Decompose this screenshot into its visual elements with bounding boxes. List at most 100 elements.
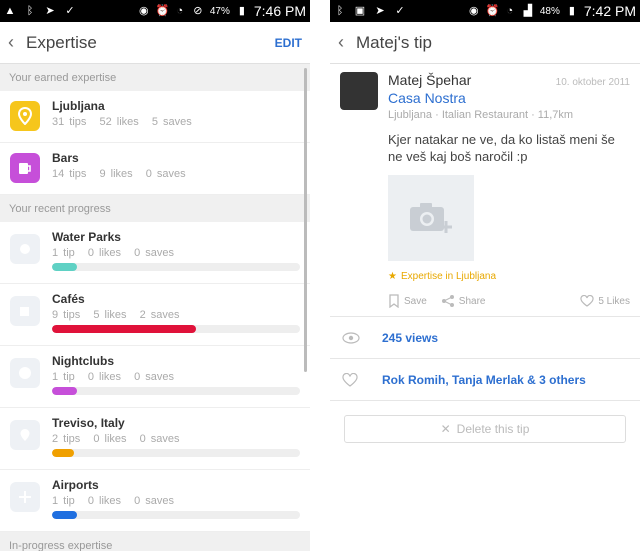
tips-count: 31 tips: [52, 116, 87, 128]
progress-bar: [52, 511, 300, 519]
tip-detail-screen: ᛒ ▣ ➤ ✓ ◉ ⏰ ◔ ▟ 48% ▮ 7:42 PM ‹ Matej's …: [330, 0, 640, 551]
likes-count: 0 likes: [87, 495, 122, 507]
views-count: 245 views: [382, 330, 439, 345]
battery-percent: 47%: [209, 5, 230, 17]
send-icon: ➤: [45, 5, 55, 17]
tip-text: Kjer natakar ne ve, da ko listaš meni še…: [388, 132, 615, 164]
progress-stats: 1 tip 0 likes 0 saves: [52, 495, 300, 507]
page-title: Expertise: [26, 32, 97, 52]
venue-meta: Ljubljana · Italian Restaurant · 11,7km: [388, 109, 574, 121]
battery-icon: ▮: [238, 5, 245, 17]
expertise-name: Ljubljana: [52, 99, 105, 113]
progress-stats: 1 tip 0 likes 0 saves: [52, 371, 300, 383]
likes-label: 5 Likes: [598, 295, 630, 307]
share-icon: [441, 295, 454, 307]
star-icon: ★: [388, 271, 397, 282]
share-label: Share: [458, 295, 486, 307]
saves-count: 0 saves: [134, 247, 175, 259]
likes-count: 5 likes: [93, 309, 127, 321]
like-button[interactable]: 5 Likes: [580, 295, 630, 307]
progress-bar-fill: [52, 449, 75, 457]
liked-by-row[interactable]: Rok Romih, Tanja Merlak & 3 others: [330, 358, 640, 400]
delete-label: Delete this tip: [456, 422, 530, 436]
avatar[interactable]: [340, 72, 378, 110]
clipboard-check-icon: ✓: [65, 5, 75, 17]
tips-count: 1 tip: [52, 247, 75, 259]
bluetooth-icon: ᛒ: [336, 5, 344, 17]
clipboard-check-icon: ✓: [395, 5, 405, 17]
expertise-item-bars[interactable]: Bars 14 tips 9 likes 0 saves: [0, 143, 310, 195]
tips-count: 1 tip: [52, 495, 75, 507]
tip-actions: Save Share 5 Likes: [388, 294, 630, 316]
progress-item-nightclubs[interactable]: Nightclubs 1 tip 0 likes 0 saves: [0, 346, 310, 408]
tip-date: 10. oktober 2011: [555, 77, 630, 88]
signal-icon: ▟: [523, 5, 533, 17]
progress-bar-fill: [52, 387, 77, 395]
expertise-stats: 31 tips 52 likes 5 saves: [52, 116, 300, 128]
eye-icon: ◉: [139, 5, 149, 17]
author-name[interactable]: Matej Špehar: [388, 72, 471, 88]
progress-stats: 1 tip 0 likes 0 saves: [52, 247, 300, 259]
delete-tip-button[interactable]: ✕ Delete this tip: [344, 415, 626, 443]
app-bar: ‹ Matej's tip: [330, 22, 640, 64]
tip-card: Matej Špehar 10. oktober 2011 Casa Nostr…: [330, 64, 640, 316]
progress-stats: 9 tips 5 likes 2 saves: [52, 309, 300, 321]
scrollbar[interactable]: [304, 68, 307, 372]
back-arrow-icon[interactable]: ‹: [338, 32, 352, 53]
expertise-badge-label: Expertise in Ljubljana: [400, 271, 497, 282]
progress-stats: 2 tips 0 likes 0 saves: [52, 433, 300, 445]
close-icon: ✕: [440, 422, 451, 436]
progress-item-airports[interactable]: Airports 1 tip 0 likes 0 saves: [0, 470, 310, 532]
progress-name: Cafés: [52, 292, 85, 306]
battery-icon: ▮: [568, 5, 575, 17]
disco-ball-icon: [10, 358, 40, 388]
divider: [330, 400, 640, 401]
saves-count: 0 saves: [139, 433, 180, 445]
eye-icon: [342, 331, 360, 344]
progress-bar: [52, 263, 300, 271]
camera-plus-icon: [410, 203, 452, 233]
image-icon: ▣: [354, 5, 366, 17]
likes-count: 0 likes: [87, 247, 122, 259]
venue-link[interactable]: Casa Nostra: [388, 90, 630, 106]
airplane-icon: [10, 482, 40, 512]
add-photo-button[interactable]: [388, 175, 474, 261]
expertise-item-ljubljana[interactable]: Ljubljana 31 tips 52 likes 5 saves: [0, 91, 310, 143]
tips-count: 2 tips: [52, 433, 81, 445]
wifi-icon: ◔: [506, 5, 514, 17]
status-bar: ▲ ᛒ ➤ ✓ ◉ ⏰ ◔ ⊘ 47% ▮ 7:46 PM: [0, 0, 310, 22]
views-row: 245 views: [330, 316, 640, 358]
eye-icon: ◉: [469, 5, 479, 17]
progress-item-treviso[interactable]: Treviso, Italy 2 tips 0 likes 0 saves: [0, 408, 310, 470]
save-label: Save: [404, 295, 427, 307]
progress-bar: [52, 449, 300, 457]
map-pin-icon: [10, 101, 40, 131]
expertise-screen: ▲ ᛒ ➤ ✓ ◉ ⏰ ◔ ⊘ 47% ▮ 7:46 PM ‹ Expertis…: [0, 0, 310, 551]
warning-icon: ▲: [4, 5, 16, 17]
expertise-badge: ★ Expertise in Ljubljana: [388, 271, 630, 282]
saves-count: 2 saves: [139, 309, 180, 321]
likes-count: 52 likes: [99, 116, 139, 128]
bluetooth-icon: ᛒ: [26, 5, 34, 17]
expertise-name: Bars: [52, 151, 79, 165]
battery-percent: 48%: [539, 5, 560, 17]
wifi-icon: ◔: [176, 5, 184, 17]
progress-item-cafes[interactable]: Cafés 9 tips 5 likes 2 saves: [0, 284, 310, 346]
in-progress-header: In-progress expertise: [0, 532, 310, 551]
progress-name: Airports: [52, 478, 99, 492]
share-button[interactable]: Share: [441, 294, 486, 308]
progress-bar-fill: [52, 511, 77, 519]
beer-mug-icon: [10, 153, 40, 183]
send-icon: ➤: [375, 5, 385, 17]
save-button[interactable]: Save: [388, 294, 427, 308]
edit-button[interactable]: EDIT: [275, 36, 302, 50]
progress-name: Nightclubs: [52, 354, 114, 368]
status-bar: ᛒ ▣ ➤ ✓ ◉ ⏰ ◔ ▟ 48% ▮ 7:42 PM: [330, 0, 640, 22]
back-arrow-icon[interactable]: ‹: [8, 32, 22, 53]
water-park-icon: [10, 234, 40, 264]
progress-bar: [52, 387, 300, 395]
progress-item-water-parks[interactable]: Water Parks 1 tip 0 likes 0 saves: [0, 222, 310, 284]
liked-by[interactable]: Rok Romih, Tanja Merlak & 3 others: [382, 373, 586, 387]
tips-count: 9 tips: [52, 309, 81, 321]
likes-count: 0 likes: [87, 371, 122, 383]
